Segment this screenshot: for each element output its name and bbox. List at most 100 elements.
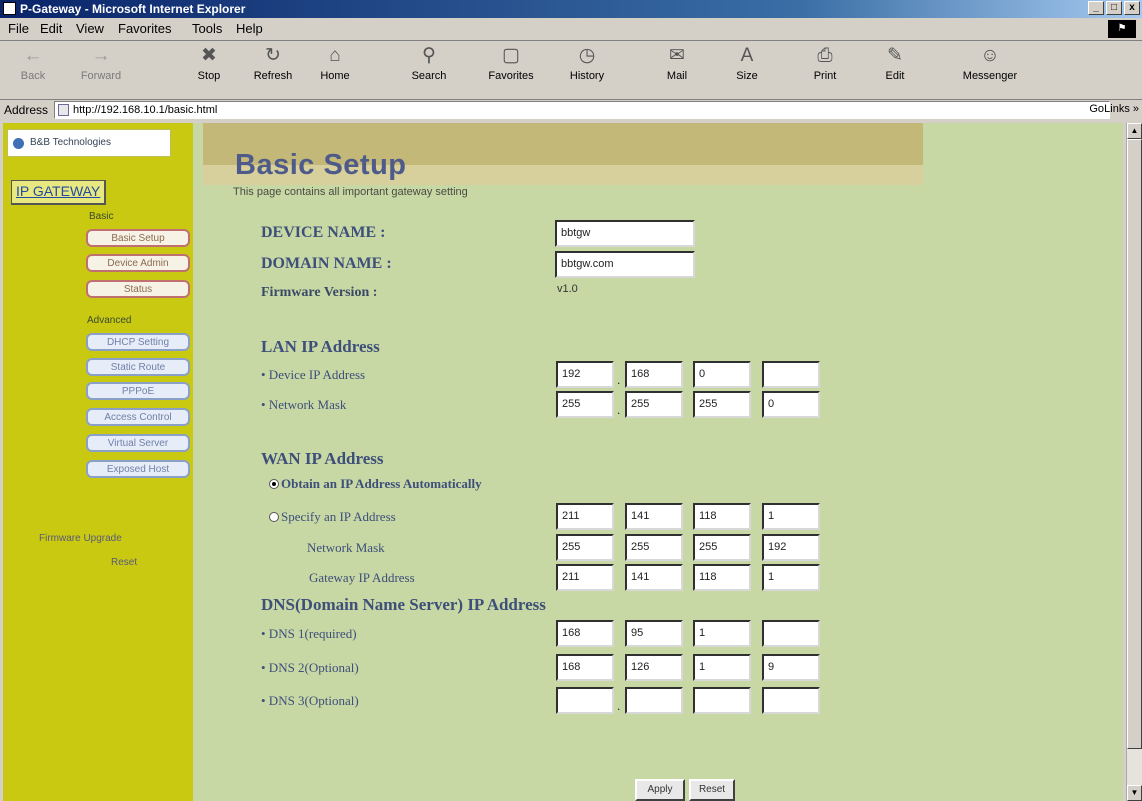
logo-globe-icon xyxy=(13,138,24,149)
scroll-thumb[interactable] xyxy=(1127,139,1142,749)
netmask-octet-4[interactable]: 0 xyxy=(762,391,820,418)
dns1-octet-2[interactable]: 95 xyxy=(625,620,683,647)
left-navigation: B&B Technologies IP GATEWAY Basic Basic … xyxy=(3,123,193,801)
wan-mask-octet-2[interactable]: 255 xyxy=(625,534,683,561)
netmask-octet-2[interactable]: 255 xyxy=(625,391,683,418)
netmask-octet-3[interactable]: 255 xyxy=(693,391,751,418)
obtain-auto-option[interactable]: Obtain an IP Address Automatically xyxy=(269,476,482,492)
back-arrow-icon: ← xyxy=(23,45,43,66)
device-name-input[interactable]: bbtgw xyxy=(555,220,695,247)
nav-dhcp-setting[interactable]: DHCP Setting xyxy=(86,333,190,351)
wan-ip-octet-1[interactable]: 211 xyxy=(556,503,614,530)
scroll-up-button[interactable]: ▲ xyxy=(1127,123,1142,139)
home-button[interactable]: ⌂ Home xyxy=(306,45,364,82)
search-button[interactable]: ⚲ Search xyxy=(400,45,458,82)
back-button[interactable]: ← Back xyxy=(4,45,62,82)
mail-button[interactable]: ✉ Mail xyxy=(648,45,706,82)
obtain-auto-radio[interactable] xyxy=(269,479,279,490)
menu-favorites[interactable]: Favorites xyxy=(118,21,171,36)
gateway-ip-octet-2[interactable]: 141 xyxy=(625,564,683,591)
device-ip-octet-4[interactable] xyxy=(762,361,820,388)
history-button[interactable]: ◷ History xyxy=(558,45,616,82)
company-logo: B&B Technologies xyxy=(7,129,171,157)
forward-arrow-icon: → xyxy=(91,45,111,66)
messenger-button[interactable]: ☺ Messenger xyxy=(950,45,1030,82)
gateway-ip-octet-1[interactable]: 211 xyxy=(556,564,614,591)
device-ip-octet-2[interactable]: 168 xyxy=(625,361,683,388)
gateway-ip-octet-3[interactable]: 118 xyxy=(693,564,751,591)
domain-name-input[interactable]: bbtgw.com xyxy=(555,251,695,278)
nav-static-route[interactable]: Static Route xyxy=(86,358,190,376)
nav-virtual-server[interactable]: Virtual Server xyxy=(86,434,190,452)
nav-pppoe[interactable]: PPPoE xyxy=(86,382,190,400)
vertical-scrollbar[interactable]: ▲ ▼ xyxy=(1126,123,1142,801)
firmware-version-label: Firmware Version : xyxy=(261,285,378,300)
gateway-ip-label: Gateway IP Address xyxy=(309,570,415,585)
close-button[interactable]: x xyxy=(1124,1,1140,15)
go-button[interactable]: Go xyxy=(1089,103,1104,115)
wan-mask-octet-3[interactable]: 255 xyxy=(693,534,751,561)
refresh-button[interactable]: ↻ Refresh xyxy=(244,45,302,82)
dns2-octet-3[interactable]: 1 xyxy=(693,654,751,681)
wan-ip-octet-4[interactable]: 1 xyxy=(762,503,820,530)
specify-ip-radio[interactable] xyxy=(269,512,279,523)
menu-bar: File Edit View Favorites Tools Help ⚑ xyxy=(0,18,1142,41)
dns1-octet-4[interactable] xyxy=(762,620,820,647)
device-ip-octet-3[interactable]: 0 xyxy=(693,361,751,388)
nav-exposed-host[interactable]: Exposed Host xyxy=(86,460,190,478)
menu-edit[interactable]: Edit xyxy=(40,21,62,36)
apply-button[interactable]: Apply xyxy=(635,779,685,801)
dns2-octet-4[interactable]: 9 xyxy=(762,654,820,681)
ip-gateway-link[interactable]: IP GATEWAY xyxy=(11,180,107,205)
dns2-octet-2[interactable]: 126 xyxy=(625,654,683,681)
nav-device-admin[interactable]: Device Admin xyxy=(86,254,190,272)
gateway-ip-octet-4[interactable]: 1 xyxy=(762,564,820,591)
device-ip-label: • Device IP Address xyxy=(261,367,366,382)
edit-page-icon: ✎ xyxy=(887,45,903,66)
menu-tools[interactable]: Tools xyxy=(192,21,222,36)
dns3-label: • DNS 3(Optional) xyxy=(261,693,359,708)
print-button[interactable]: ⎙ Print xyxy=(796,45,854,82)
stop-button[interactable]: ✖ Stop xyxy=(180,45,238,82)
nav-access-control[interactable]: Access Control xyxy=(86,408,190,426)
wan-ip-octet-3[interactable]: 118 xyxy=(693,503,751,530)
dns3-octet-4[interactable] xyxy=(762,687,820,714)
ip-dot: . xyxy=(617,403,621,417)
device-ip-octet-1[interactable]: 192 xyxy=(556,361,614,388)
edit-button[interactable]: ✎ Edit xyxy=(866,45,924,82)
menu-help[interactable]: Help xyxy=(236,21,263,36)
links-button[interactable]: Links » xyxy=(1104,103,1139,115)
minimize-button[interactable]: _ xyxy=(1088,1,1104,15)
dns3-octet-1[interactable] xyxy=(556,687,614,714)
favorites-button[interactable]: ▢ Favorites xyxy=(482,45,540,82)
nav-status[interactable]: Status xyxy=(86,280,190,298)
dns3-octet-3[interactable] xyxy=(693,687,751,714)
dns3-octet-2[interactable] xyxy=(625,687,683,714)
scroll-down-button[interactable]: ▼ xyxy=(1127,785,1142,801)
forward-button[interactable]: → Forward xyxy=(72,45,130,82)
menu-view[interactable]: View xyxy=(76,21,104,36)
maximize-button[interactable]: □ xyxy=(1106,1,1122,15)
window-title: P-Gateway - Microsoft Internet Explorer xyxy=(20,2,246,16)
nav-reset[interactable]: Reset xyxy=(111,557,137,568)
wan-mask-octet-4[interactable]: 192 xyxy=(762,534,820,561)
wan-ip-octet-2[interactable]: 141 xyxy=(625,503,683,530)
dns-heading: DNS(Domain Name Server) IP Address xyxy=(261,595,546,614)
refresh-icon: ↻ xyxy=(265,45,281,66)
netmask-octet-1[interactable]: 255 xyxy=(556,391,614,418)
dns1-octet-3[interactable]: 1 xyxy=(693,620,751,647)
dns1-octet-1[interactable]: 168 xyxy=(556,620,614,647)
nav-firmware-upgrade[interactable]: Firmware Upgrade xyxy=(39,533,122,544)
menu-file[interactable]: File xyxy=(8,21,29,36)
reset-button[interactable]: Reset xyxy=(689,779,735,801)
nav-basic-setup[interactable]: Basic Setup xyxy=(86,229,190,247)
address-bar: Address http://192.168.10.1/basic.html G… xyxy=(0,100,1142,122)
wan-ip-heading: WAN IP Address xyxy=(261,449,384,468)
specify-ip-option[interactable]: Specify an IP Address xyxy=(269,509,396,525)
wan-mask-octet-1[interactable]: 255 xyxy=(556,534,614,561)
size-button[interactable]: A Size xyxy=(718,45,776,82)
address-input[interactable]: http://192.168.10.1/basic.html xyxy=(54,101,1110,119)
windows-logo-icon: ⚑ xyxy=(1108,20,1136,38)
dns1-label: • DNS 1(required) xyxy=(261,626,357,641)
dns2-octet-1[interactable]: 168 xyxy=(556,654,614,681)
